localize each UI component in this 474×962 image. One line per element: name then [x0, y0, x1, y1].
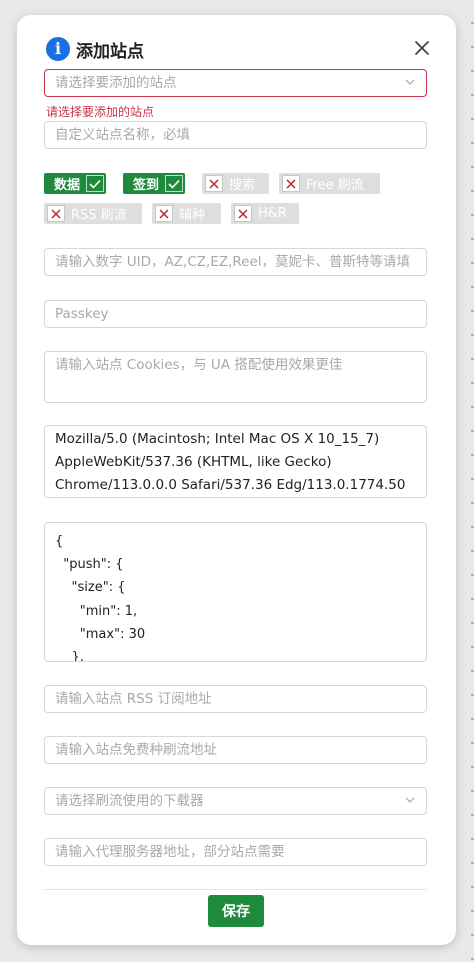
- tag-free-brush-label: Free 刷流: [306, 178, 364, 193]
- downloader-select[interactable]: 请选择刷流使用的下载器: [44, 787, 427, 815]
- tag-checkin-label: 签到: [133, 178, 160, 193]
- chevron-down-icon: [405, 797, 415, 803]
- passkey-placeholder: Passkey: [55, 306, 109, 322]
- json-line: "size": {: [55, 580, 126, 596]
- json-line: {: [55, 534, 64, 549]
- tag-data[interactable]: 数据: [44, 173, 107, 194]
- close-button[interactable]: [410, 36, 434, 60]
- cookies-textarea[interactable]: 请输入站点 Cookies，与 UA 搭配使用效果更佳: [44, 351, 427, 403]
- site-select[interactable]: 请选择要添加的站点: [44, 69, 427, 97]
- tag-rss-brush-label: RSS 刷流: [71, 208, 127, 223]
- free-rss-input[interactable]: 请输入站点免费种刷流地址: [44, 736, 427, 764]
- cookies-placeholder: 请输入站点 Cookies，与 UA 搭配使用效果更佳: [55, 357, 343, 373]
- footer-divider: [44, 889, 427, 890]
- uid-input[interactable]: 请输入数字 UID，AZ,CZ,EZ,Reel，莫妮卡、普斯特等请填: [44, 248, 427, 276]
- tag-search[interactable]: 搜索: [202, 173, 269, 194]
- site-name-placeholder: 自定义站点名称，必填: [55, 127, 190, 143]
- json-line: "max": 30: [55, 626, 146, 642]
- user-agent-line: AppleWebKit/537.36 (KHTML, like Gecko): [55, 454, 332, 470]
- close-icon: [415, 41, 429, 55]
- free-rss-placeholder: 请输入站点免费种刷流地址: [55, 742, 217, 758]
- tag-search-label: 搜索: [229, 178, 256, 193]
- x-icon: [205, 175, 223, 192]
- add-site-dialog: i 添加站点 请选择要添加的站点 请选择要添加的站点 自定义站点名称，必填 数据…: [17, 15, 456, 945]
- site-select-placeholder: 请选择要添加的站点: [55, 75, 177, 91]
- dialog-header: i 添加站点: [46, 35, 434, 63]
- x-icon: [155, 205, 173, 222]
- check-icon: [86, 175, 105, 192]
- tag-reseed-label: 辅种: [179, 208, 206, 223]
- chevron-down-icon: [405, 79, 415, 85]
- tag-data-label: 数据: [54, 178, 81, 193]
- check-icon: [165, 175, 184, 192]
- json-line: "min": 1,: [55, 603, 138, 619]
- save-button[interactable]: 保存: [208, 895, 264, 927]
- downloader-placeholder: 请选择刷流使用的下载器: [55, 793, 204, 809]
- user-agent-textarea[interactable]: Mozilla/5.0 (Macintosh; Intel Mac OS X 1…: [44, 425, 427, 498]
- proxy-placeholder: 请输入代理服务器地址，部分站点需要: [55, 844, 285, 860]
- json-line: },: [55, 650, 84, 662]
- rss-input[interactable]: 请输入站点 RSS 订阅地址: [44, 685, 427, 713]
- uid-placeholder: 请输入数字 UID，AZ,CZ,EZ,Reel，莫妮卡、普斯特等请填: [55, 254, 410, 270]
- info-icon: i: [46, 37, 70, 61]
- site-select-error: 请选择要添加的站点: [46, 105, 155, 119]
- dialog-title: 添加站点: [76, 42, 144, 62]
- x-icon: [282, 175, 300, 192]
- tag-hnr[interactable]: H&R: [231, 203, 299, 224]
- rss-placeholder: 请输入站点 RSS 订阅地址: [55, 691, 212, 707]
- x-icon: [234, 205, 252, 222]
- json-line: "push": {: [55, 557, 124, 573]
- user-agent-line: Chrome/113.0.0.0 Safari/537.36 Edg/113.0…: [55, 477, 406, 493]
- tag-checkin[interactable]: 签到: [123, 173, 186, 194]
- site-name-input[interactable]: 自定义站点名称，必填: [44, 121, 427, 149]
- proxy-input[interactable]: 请输入代理服务器地址，部分站点需要: [44, 838, 427, 866]
- tag-free-brush[interactable]: Free 刷流: [279, 173, 380, 194]
- passkey-input[interactable]: Passkey: [44, 300, 427, 328]
- rules-json-textarea[interactable]: { "push": { "size": { "min": 1, "max": 3…: [44, 522, 427, 662]
- x-icon: [47, 205, 65, 222]
- tag-rss-brush[interactable]: RSS 刷流: [44, 203, 142, 224]
- tag-reseed[interactable]: 辅种: [152, 203, 221, 224]
- tag-hnr-label: H&R: [258, 206, 287, 221]
- user-agent-line: Mozilla/5.0 (Macintosh; Intel Mac OS X 1…: [55, 431, 380, 447]
